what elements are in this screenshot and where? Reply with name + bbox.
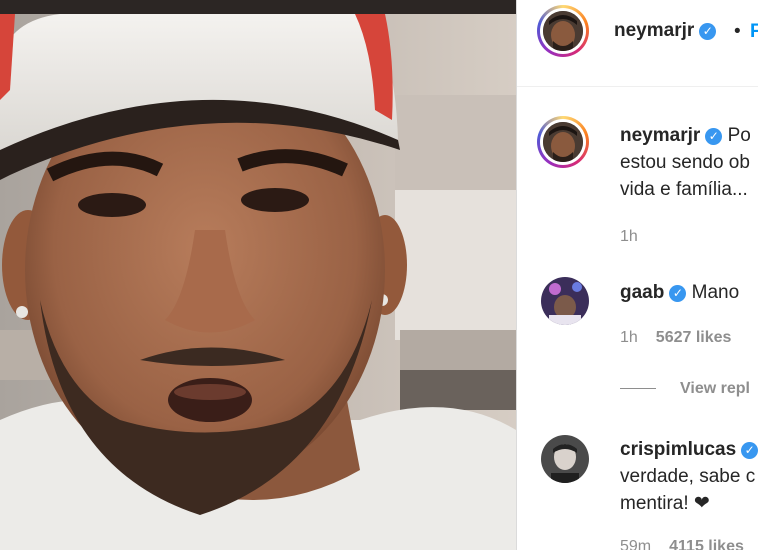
caption-avatar[interactable] xyxy=(537,116,589,168)
comment-avatar[interactable] xyxy=(541,277,589,325)
author-username-row[interactable]: neymarjr ✓ xyxy=(614,20,717,42)
verified-badge-icon: ✓ xyxy=(705,128,723,145)
comment-time: 59m xyxy=(620,538,652,550)
comment-likes[interactable]: 4115 likes xyxy=(669,538,744,550)
comment-line-3: mentira! ❤ xyxy=(620,493,710,514)
caption-line-1: neymarjr ✓ Po xyxy=(620,123,751,149)
comment-text: Mano xyxy=(691,282,740,303)
view-replies-divider xyxy=(620,388,656,389)
post-header: neymarjr ✓ • F xyxy=(517,0,758,87)
caption-line-2: estou sendo ob xyxy=(620,152,750,173)
follow-button[interactable]: F xyxy=(750,21,758,43)
caption-username[interactable]: neymarjr xyxy=(620,125,700,146)
verified-badge-icon: ✓ xyxy=(741,442,758,459)
separator-dot: • xyxy=(734,21,741,42)
comment-likes[interactable]: 5627 likes xyxy=(656,329,732,346)
verified-badge-icon: ✓ xyxy=(699,23,717,40)
comment-line: gaab ✓ Mano xyxy=(620,280,739,306)
comment-username[interactable]: gaab xyxy=(620,282,664,303)
comment-line-2: verdade, sabe c xyxy=(620,466,756,487)
video-player[interactable] xyxy=(0,0,516,550)
author-username[interactable]: neymarjr xyxy=(614,20,694,41)
comment-username[interactable]: crispimlucas xyxy=(620,439,736,460)
comment-meta: 59m 4115 likes xyxy=(620,538,744,550)
comment-time: 1h xyxy=(620,329,638,346)
caption-line-3: vida e família... xyxy=(620,179,748,200)
post-side-panel: neymarjr✓ • F neymarjr✓ Po estou se xyxy=(516,0,758,550)
verified-badge-icon: ✓ xyxy=(669,285,687,302)
author-avatar[interactable] xyxy=(537,5,589,57)
video-frame-image xyxy=(0,0,516,550)
caption-time: 1h xyxy=(620,228,638,245)
comment-line-1: crispimlucas ✓ xyxy=(620,437,758,463)
comment-meta: 1h 5627 likes xyxy=(620,329,731,347)
view-replies-button[interactable]: View repl xyxy=(680,380,750,398)
comment-avatar[interactable] xyxy=(541,435,589,483)
caption-text-1: Po xyxy=(727,125,751,146)
